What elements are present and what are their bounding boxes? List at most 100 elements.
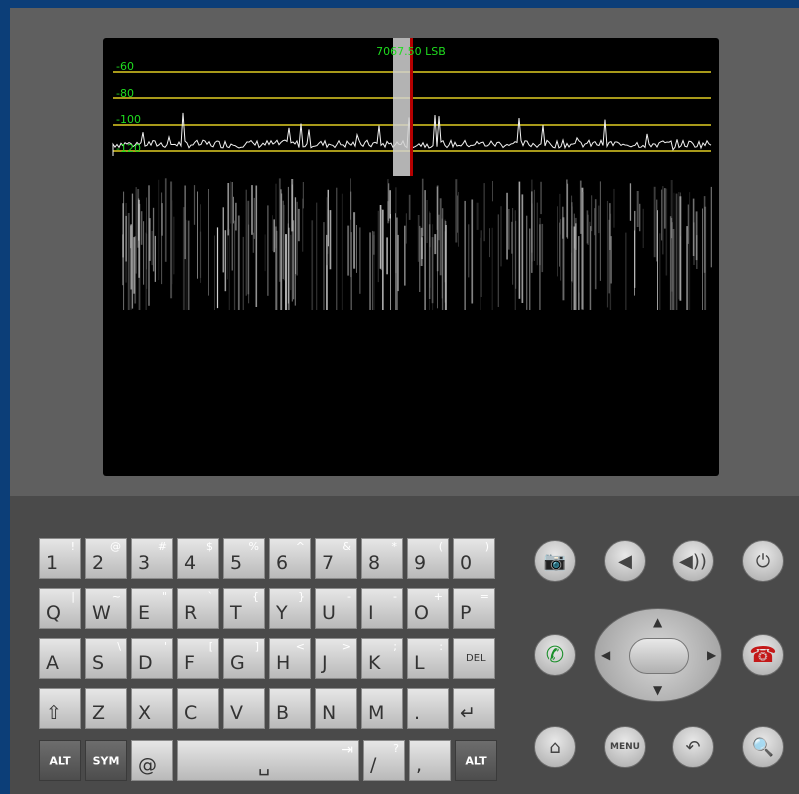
key-1-4[interactable]: T{ — [223, 588, 265, 629]
dpad-center-button[interactable] — [629, 638, 689, 674]
key-1-5[interactable]: Y} — [269, 588, 311, 629]
key-2-7[interactable]: K; — [361, 638, 403, 679]
key-1-2[interactable]: E " — [131, 588, 173, 629]
waterfall-streak — [678, 192, 680, 300]
end-call-button[interactable]: ☎ — [742, 634, 784, 676]
key-1-8[interactable]: O + — [407, 588, 449, 629]
key-0-5[interactable]: 6 ^ — [269, 538, 311, 579]
waterfall-streak — [158, 179, 160, 281]
key-1-9[interactable]: P = — [453, 588, 495, 629]
key-1-7[interactable]: I- — [361, 588, 403, 629]
waterfall-streak — [187, 220, 190, 310]
waterfall-streak — [634, 210, 636, 288]
key-3-4[interactable]: V — [223, 688, 265, 729]
key-0-6[interactable]: 7 & — [315, 538, 357, 579]
key-0-2[interactable]: 3 # — [131, 538, 173, 579]
key-0-4[interactable]: 5% — [223, 538, 265, 579]
sdr-screen[interactable]: 7067.50 LSB -60 -80 -100 -120 — [103, 38, 719, 476]
key-2-9[interactable]: DEL — [453, 638, 495, 679]
home-button[interactable]: ⌂ — [534, 726, 576, 768]
key-label: 7 — [322, 552, 335, 574]
key-3-2[interactable]: X — [131, 688, 173, 729]
key-2-5[interactable]: H < — [269, 638, 311, 679]
key-3-1[interactable]: Z — [85, 688, 127, 729]
waterfall-streak — [500, 206, 502, 267]
key-1-3[interactable]: R ` — [177, 588, 219, 629]
waterfall-streak — [152, 207, 155, 272]
call-button[interactable]: ✆ — [534, 634, 576, 676]
key-label: 5 — [230, 552, 243, 574]
waterfall-streak — [441, 208, 444, 310]
key-3-8[interactable]: . — [407, 688, 449, 729]
waterfall-streak — [231, 182, 233, 271]
key-0-3[interactable]: 4 $ — [177, 538, 219, 579]
key-2-3[interactable]: F[ — [177, 638, 219, 679]
tuning-marker[interactable] — [393, 38, 410, 176]
key-0-8[interactable]: 9( — [407, 538, 449, 579]
key-3-5[interactable]: B — [269, 688, 311, 729]
key-3-0[interactable]: ⇧ — [39, 688, 81, 729]
key-0-7[interactable]: 8 * — [361, 538, 403, 579]
waterfall-streak — [224, 230, 227, 292]
qwerty-keyboard: ALT SYM @ ␣ ⇥ / ? , ALT 1! 2 @3 #4 $5% 6 ^ 7 & 8 *… — [39, 538, 503, 788]
waterfall-streak — [679, 192, 681, 237]
dpad-right-icon[interactable]: ▶ — [707, 648, 716, 662]
waterfall-streak — [662, 186, 664, 255]
key-2-8[interactable]: L: — [407, 638, 449, 679]
key-3-3[interactable]: C — [177, 688, 219, 729]
power-icon: ⏻ — [755, 550, 771, 572]
waterfall-streak — [539, 218, 541, 266]
waterfall-streak — [536, 202, 538, 266]
dpad-left-icon[interactable]: ◀ — [601, 648, 610, 662]
dpad-up-icon[interactable]: ▲ — [653, 615, 662, 629]
search-button[interactable]: 🔍 — [742, 726, 784, 768]
camera-button[interactable]: 📷 — [534, 540, 576, 582]
waterfall-streak — [350, 232, 352, 310]
db-label: -80 — [116, 87, 134, 100]
waterfall-streak — [439, 198, 442, 276]
key-1-0[interactable]: Q | — [39, 588, 81, 629]
at-key[interactable]: @ — [131, 740, 173, 781]
waterfall-streak — [134, 236, 137, 304]
key-3-7[interactable]: M — [361, 688, 403, 729]
waterfall-streak — [230, 181, 232, 224]
key-3-6[interactable]: N — [315, 688, 357, 729]
waterfall-streak — [222, 207, 224, 273]
volume-up-button[interactable]: ◀)) — [672, 540, 714, 582]
comma-key[interactable]: , — [409, 740, 451, 781]
alt-left-key[interactable]: ALT — [39, 740, 81, 781]
power-button[interactable]: ⏻ — [742, 540, 784, 582]
key-label: H — [276, 652, 291, 674]
dpad-down-icon[interactable]: ▼ — [653, 683, 662, 697]
waterfall-streak — [293, 220, 295, 300]
key-3-9[interactable]: ↵ — [453, 688, 495, 729]
menu-button[interactable]: MENU — [604, 726, 646, 768]
key-2-4[interactable]: G] — [223, 638, 265, 679]
key-1-1[interactable]: W ~ — [85, 588, 127, 629]
waterfall-streak — [125, 215, 127, 262]
key-2-6[interactable]: J > — [315, 638, 357, 679]
waterfall-streak — [253, 197, 255, 239]
waterfall-streak — [296, 201, 298, 276]
alt-right-key[interactable]: ALT — [455, 740, 497, 781]
volume-down-button[interactable]: ◀ — [604, 540, 646, 582]
key-label: B — [276, 702, 290, 724]
waterfall-streak — [288, 227, 290, 310]
slash-key[interactable]: / ? — [363, 740, 405, 781]
waterfall-streak — [341, 193, 343, 310]
key-2-2[interactable]: D ' — [131, 638, 173, 679]
waterfall-streak — [559, 193, 561, 235]
waterfall-streak — [541, 223, 544, 273]
key-0-9[interactable]: 0) — [453, 538, 495, 579]
space-key[interactable]: ␣ ⇥ — [177, 740, 359, 781]
directional-pad[interactable]: ▲ ▼ ◀ ▶ — [594, 608, 722, 702]
waterfall-streak — [521, 194, 524, 303]
key-0-0[interactable]: 1! — [39, 538, 81, 579]
key-1-6[interactable]: U- — [315, 588, 357, 629]
key-2-0[interactable]: A — [39, 638, 81, 679]
key-0-1[interactable]: 2 @ — [85, 538, 127, 579]
key-2-1[interactable]: S \ — [85, 638, 127, 679]
waterfall-streak — [336, 187, 338, 310]
back-button[interactable]: ↶ — [672, 726, 714, 768]
sym-key[interactable]: SYM — [85, 740, 127, 781]
